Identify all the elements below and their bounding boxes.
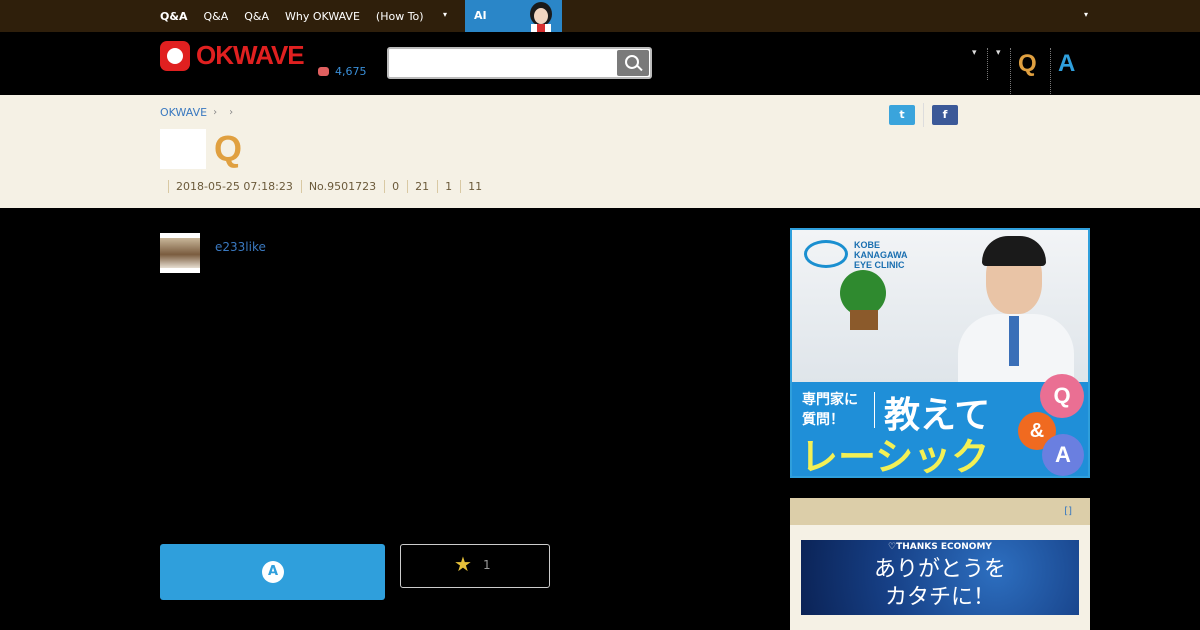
ai-assistant-avatar-icon — [530, 2, 552, 32]
okwave-heart-icon — [160, 40, 190, 71]
question-stat: 11 — [460, 180, 490, 193]
nav-how-to[interactable]: (How To) — [376, 10, 424, 23]
ad-photo: KOBE KANAGAWA EYE CLINIC — [792, 230, 1088, 384]
breadcrumb-separator: › — [229, 107, 234, 118]
ad-q-bubble-icon: Q — [1040, 374, 1084, 418]
question-stat: 1 — [437, 180, 460, 193]
author-avatar[interactable] — [160, 233, 200, 273]
nav-why-okwave[interactable]: Why OKWAVE — [285, 10, 360, 23]
facebook-icon: f — [942, 108, 948, 121]
widget-link[interactable]: [] — [1064, 506, 1072, 517]
question-mark-label: Q — [214, 128, 243, 169]
lasik-ad-banner[interactable]: KOBE KANAGAWA EYE CLINIC 専門家に 質問！ 教えて レー… — [790, 228, 1090, 478]
breadcrumb-home[interactable]: OKWAVE — [160, 106, 207, 119]
top-nav: Q&A Q&A Q&A Why OKWAVE (How To) — [160, 0, 440, 32]
account-menu-caret-icon[interactable]: ▾ — [1084, 10, 1088, 19]
user-points[interactable]: 4,675 — [318, 65, 367, 78]
sidebar-widget: [] ♡THANKS ECONOMY ありがとうを カタチに！ — [790, 498, 1090, 630]
clinic-name: KOBE KANAGAWA EYE CLINIC — [854, 240, 908, 270]
question-date: 2018-05-25 07:18:23 — [168, 180, 301, 193]
points-heart-icon — [318, 67, 329, 76]
star-icon: ★ — [454, 552, 472, 576]
twitter-share-button[interactable]: t — [889, 105, 915, 125]
nav-qa-2[interactable]: Q&A — [203, 10, 228, 23]
doctor-image — [956, 234, 1076, 384]
banner-main-text: ありがとうを カタチに！ — [873, 557, 1006, 610]
question-number: No.9501723 — [300, 180, 384, 193]
divider — [987, 48, 988, 80]
ai-assistant-button[interactable]: AI — [465, 0, 562, 32]
twitter-icon: t — [899, 108, 905, 121]
search-input[interactable] — [393, 49, 618, 77]
plant-pot-image — [850, 310, 878, 330]
question-header: OKWAVE › › Q 2018-05-25 07:18:23 No.9501… — [0, 95, 1200, 208]
logo-text: OKWAVE — [196, 40, 305, 70]
breadcrumb: OKWAVE › › — [160, 106, 233, 119]
ad-text-band: 専門家に 質問！ 教えて レーシック Q & A — [792, 374, 1088, 478]
top-nav-bar: Q&A Q&A Q&A Why OKWAVE (How To) ▾ AI ▾ — [0, 0, 1200, 32]
banner-top-text: ♡THANKS ECONOMY — [888, 542, 992, 552]
author-avatar-image — [160, 238, 200, 268]
ad-subtext: 専門家に 質問！ — [802, 392, 858, 428]
site-header: OKWAVE 4,675 ▾ ▾ Q A — [0, 32, 1200, 95]
okwave-logo[interactable]: OKWAVE — [160, 40, 305, 71]
question-stat: 21 — [407, 180, 437, 193]
author-name[interactable]: e233like — [215, 240, 266, 254]
category-thumbnail — [160, 129, 206, 169]
divider — [1050, 48, 1051, 94]
clinic-logo-icon — [804, 240, 848, 268]
nav-qa-home[interactable]: Q&A — [160, 10, 187, 23]
answer-list-button[interactable]: A — [1058, 50, 1075, 78]
facebook-share-button[interactable]: f — [932, 105, 958, 125]
search-box — [387, 47, 652, 79]
points-value: 4,675 — [335, 65, 367, 78]
divider — [1010, 48, 1011, 94]
ad-headline-2: レーシック — [800, 435, 990, 478]
question-stat: 0 — [384, 180, 407, 193]
favorite-count: 1 — [483, 558, 491, 572]
divider — [923, 103, 924, 127]
search-button[interactable] — [617, 50, 649, 76]
favorite-button[interactable]: ★ 1 — [400, 544, 550, 588]
nav-more-caret-icon[interactable]: ▾ — [443, 10, 447, 19]
breadcrumb-separator: › — [213, 107, 218, 118]
ad-a-bubble-icon: A — [1042, 434, 1084, 476]
question-meta: 2018-05-25 07:18:23 No.9501723 0 21 1 11 — [168, 180, 490, 193]
widget-header: [] — [790, 498, 1090, 525]
menu-caret-icon-2[interactable]: ▾ — [996, 48, 1001, 58]
menu-caret-icon-1[interactable]: ▾ — [972, 48, 977, 58]
answer-button[interactable]: A — [160, 544, 385, 600]
ask-question-button[interactable]: Q — [1018, 50, 1037, 78]
ai-label: AI — [474, 9, 487, 22]
thanks-economy-banner[interactable]: ♡THANKS ECONOMY ありがとうを カタチに！ — [801, 540, 1079, 615]
answer-icon: A — [262, 561, 284, 583]
nav-qa-3[interactable]: Q&A — [244, 10, 269, 23]
